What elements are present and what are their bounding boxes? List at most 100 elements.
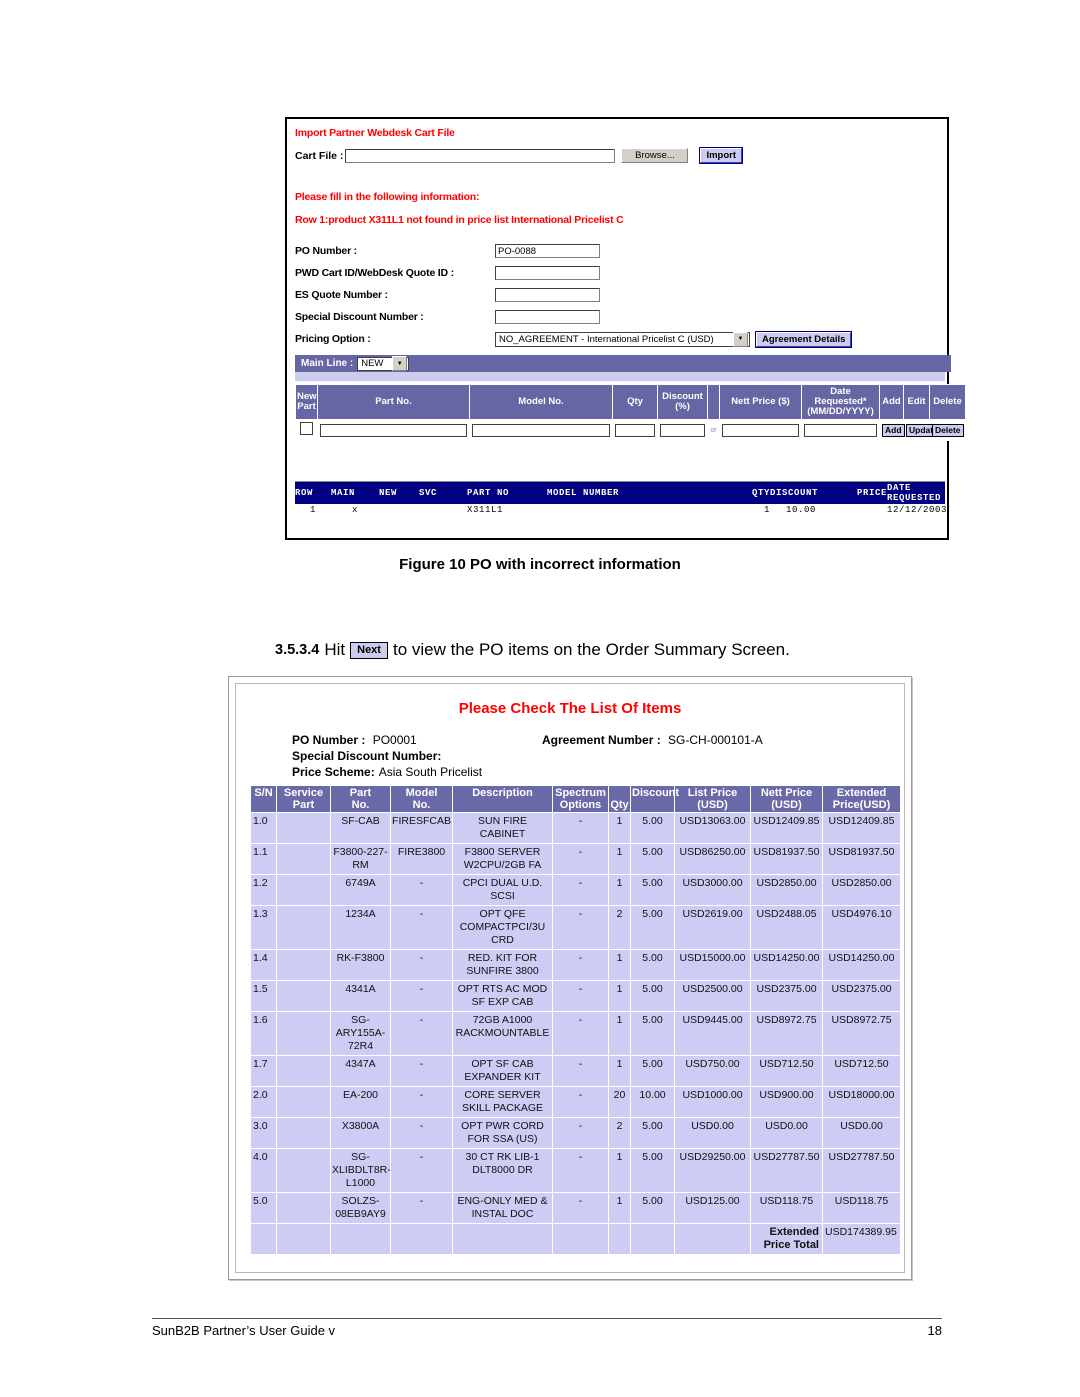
table-row: 1.6 SG-ARY155A-72R4-72GB A1000 RACKMOUNTA… — [250, 1011, 901, 1056]
model-no-input[interactable] — [472, 423, 610, 437]
agreement-details-button[interactable]: Agreement Details — [754, 330, 853, 348]
po-number-input[interactable]: PO-0088 — [495, 244, 600, 258]
mono-header-row: ROW MAIN NEW SVC PART NO MODEL NUMBER QT… — [295, 482, 945, 504]
col-separator — [707, 384, 720, 420]
discount-cell — [657, 419, 708, 441]
cell-service-part — [276, 980, 331, 1012]
cell-model-no: FIRE3800 — [390, 843, 453, 875]
main-line-label: Main Line : — [301, 358, 354, 369]
mono-model-number-value — [547, 504, 722, 516]
cart-file-input[interactable] — [345, 148, 616, 163]
special-discount-label: Special Discount Number: — [292, 749, 442, 763]
cell-extended: USD12409.85 — [822, 812, 901, 844]
section-text-after: to view the PO items on the Order Summar… — [392, 640, 790, 659]
cell-spectrum: - — [552, 1117, 609, 1149]
cell-spectrum: - — [552, 949, 609, 981]
col-edit: Edit — [903, 384, 930, 420]
col-part-no: Part No. — [330, 785, 391, 813]
mono-col-date-requested: DATE REQUESTED — [887, 482, 945, 504]
import-button[interactable]: Import — [699, 147, 743, 164]
new-part-checkbox[interactable] — [300, 422, 313, 435]
next-button[interactable]: Next — [350, 641, 388, 659]
mono-col-model-number: MODEL NUMBER — [547, 482, 722, 504]
cell-extended: USD0.00 — [822, 1117, 901, 1149]
cell-model-no: - — [390, 1117, 453, 1149]
cell-part-no: SG-XLIBDLT8R-L1000 — [330, 1148, 391, 1193]
cell-extended: USD2375.00 — [822, 980, 901, 1012]
section-number: 3.5.3.4 — [275, 642, 320, 658]
cell-spectrum: - — [552, 1011, 609, 1056]
total-filler-cell — [452, 1223, 553, 1255]
discount-input[interactable] — [660, 423, 705, 437]
po-number-value: PO0001 — [372, 733, 417, 747]
cell-description: 72GB A1000 RACKMOUNTABLE — [452, 1011, 553, 1056]
cell-description: CORE SERVER SKILL PACKAGE — [452, 1086, 553, 1118]
cell-service-part — [276, 1148, 331, 1193]
cell-list-price: USD0.00 — [674, 1117, 751, 1149]
col-spectrum-options: Spectrum Options — [552, 785, 609, 813]
delete-cell: Delete — [929, 419, 966, 441]
col-qty: Qty — [612, 384, 658, 420]
col-nett-price: Nett Price ($) — [719, 384, 802, 420]
qty-cell — [612, 419, 658, 441]
cell-discount: 5.00 — [630, 1117, 675, 1149]
cell-spectrum: - — [552, 1148, 609, 1193]
pricing-option-select[interactable]: NO_AGREEMENT - International Pricelist C… — [495, 331, 750, 347]
delete-row-button[interactable]: Delete — [932, 423, 964, 437]
special-discount-label: Special Discount Number : — [295, 311, 424, 323]
main-line-select[interactable]: NEW ▼ — [357, 356, 410, 371]
or-label: or — [707, 419, 720, 441]
total-filler-cell — [552, 1223, 609, 1255]
cell-extended: USD118.75 — [822, 1192, 901, 1224]
col-service-part: Service Part — [276, 785, 331, 813]
chevron-down-icon: ▼ — [392, 356, 408, 371]
cell-service-part — [276, 1117, 331, 1149]
add-row-button[interactable]: Add — [882, 423, 905, 437]
special-discount-input[interactable] — [495, 310, 600, 324]
part-no-input[interactable] — [320, 423, 467, 437]
mono-col-qty: QTY — [722, 482, 770, 504]
date-requested-input[interactable] — [804, 423, 877, 437]
cell-service-part — [276, 949, 331, 981]
col-part-no: Part No. — [317, 384, 470, 420]
cell-nett-price: USD81937.50 — [750, 843, 823, 875]
total-filler-cell — [630, 1223, 675, 1255]
cell-part-no: EA-200 — [330, 1086, 391, 1118]
messages: Please fill in the following information… — [295, 191, 947, 226]
cell-qty: 1 — [608, 874, 631, 906]
col-add: Add — [879, 384, 904, 420]
cell-list-price: USD125.00 — [674, 1192, 751, 1224]
cell-qty: 1 — [608, 1055, 631, 1087]
cell-sn: 1.7 — [250, 1055, 277, 1087]
qty-input[interactable] — [615, 423, 655, 437]
nett-price-input[interactable] — [722, 423, 799, 437]
new-part-cell — [295, 419, 318, 441]
mono-col-svc: SVC — [419, 482, 467, 504]
cell-part-no: X3800A — [330, 1117, 391, 1149]
cell-model-no: - — [390, 980, 453, 1012]
cell-service-part — [276, 874, 331, 906]
cell-service-part — [276, 843, 331, 875]
cell-part-no: 4341A — [330, 980, 391, 1012]
cell-discount: 5.00 — [630, 1148, 675, 1193]
nett-price-cell — [719, 419, 802, 441]
col-discount: Discount (%) — [657, 384, 708, 420]
table-row: 2.0 EA-200- CORE SERVER SKILL PACKAGE -20 10… — [250, 1086, 901, 1118]
order-items-table: S/N Service Part Part No. Model No. Desc… — [250, 785, 901, 1255]
browse-button[interactable]: Browse... — [621, 148, 689, 163]
cell-sn: 1.3 — [250, 905, 277, 950]
mono-new-value — [379, 504, 419, 516]
cell-spectrum: - — [552, 1086, 609, 1118]
mono-listing-table: ROW MAIN NEW SVC PART NO MODEL NUMBER QT… — [295, 482, 946, 516]
cell-discount: 5.00 — [630, 812, 675, 844]
table-row: 1.3 1234A - OPT QFE COMPACTPCI/3U CRD -2 5.00… — [250, 905, 901, 950]
part-entry-table: New Part Part No. Model No. Qty Discount… — [295, 384, 966, 441]
total-filler-cell — [390, 1223, 453, 1255]
pwd-cart-id-input[interactable] — [495, 266, 600, 280]
agreement-number-field: Agreement Number : SG-CH-000101-A — [542, 733, 763, 747]
col-discount: Discount — [630, 785, 679, 813]
mono-main-value: x — [351, 505, 358, 515]
cell-spectrum: - — [552, 1055, 609, 1087]
es-quote-number-input[interactable] — [495, 288, 600, 302]
form-row-special-discount: Special Discount Number : — [295, 306, 947, 328]
